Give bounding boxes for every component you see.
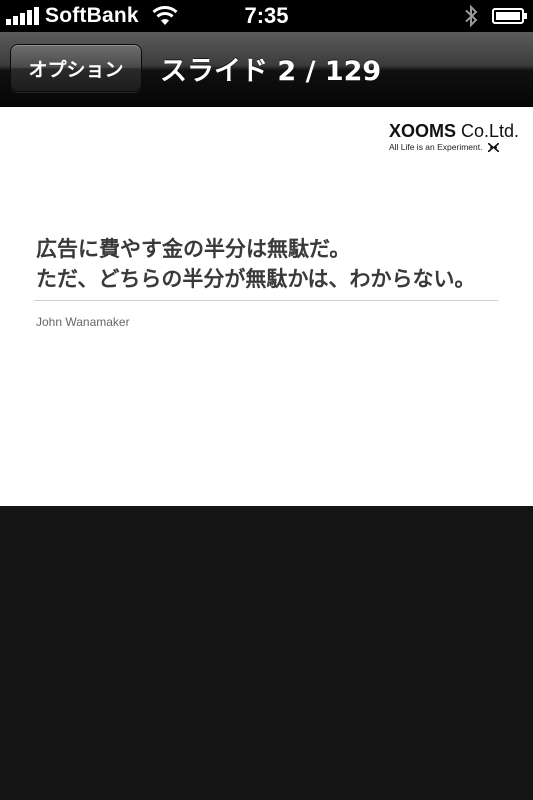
quote-author: John Wanamaker [36, 315, 130, 329]
logo-name-bold: XOOMS [388, 121, 456, 141]
navigation-bar: オプション スライド 2 / 129 [0, 32, 533, 107]
slide-content[interactable]: XOOMS Co.Ltd. All Life is an Experiment.… [0, 107, 533, 506]
company-logo: XOOMS Co.Ltd. All Life is an Experiment. [389, 121, 519, 152]
logo-tagline: All Life is an Experiment. [389, 142, 519, 152]
bluetooth-icon [465, 4, 478, 28]
quote-line: ただ、どちらの半分が無駄かは、わからない。 [36, 267, 476, 291]
status-bar: SoftBank 7:35 [0, 0, 533, 32]
page-title: スライド 2 / 129 [160, 56, 382, 87]
quote-line: 広告に費やす金の半分は無駄だ。 [36, 237, 351, 261]
logo-mark-icon [488, 142, 500, 152]
logo-name-rest: Co.Ltd. [455, 121, 519, 141]
options-button[interactable]: オプション [10, 44, 142, 92]
battery-icon [492, 8, 527, 24]
divider [34, 300, 498, 301]
logo-tagline-text: All Life is an Experiment. [388, 142, 483, 152]
logo-name: XOOMS Co.Ltd. [389, 121, 519, 141]
clock: 7:35 [244, 3, 289, 28]
empty-background [0, 506, 533, 800]
quote-text: 広告に費やす金の半分は無駄だ。 ただ、どちらの半分が無駄かは、わからない。 [36, 234, 506, 294]
